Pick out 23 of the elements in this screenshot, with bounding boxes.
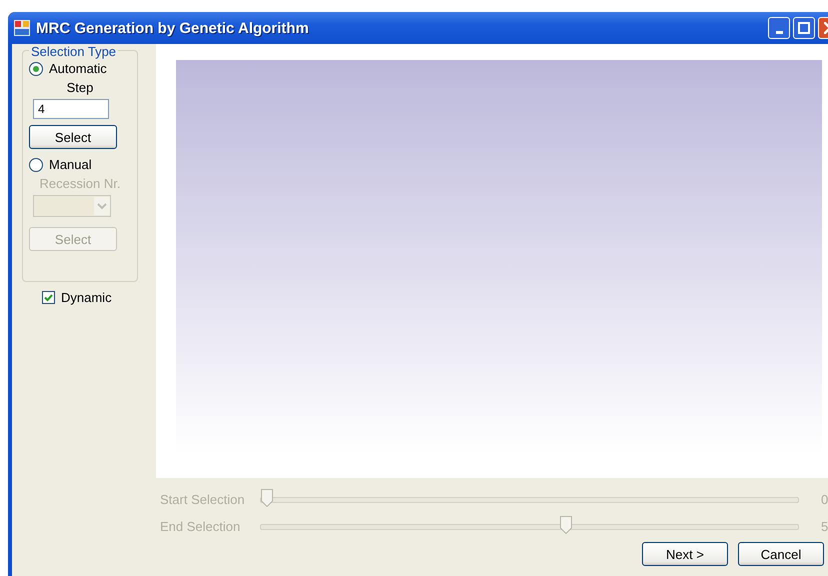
maximize-icon bbox=[798, 22, 810, 34]
select-button[interactable]: Select bbox=[29, 125, 117, 149]
radio-label: Manual bbox=[49, 157, 92, 172]
maximize-button[interactable] bbox=[793, 17, 815, 39]
minimize-button[interactable] bbox=[768, 17, 790, 39]
app-icon bbox=[14, 20, 30, 36]
group-title: Selection Type bbox=[29, 44, 118, 59]
next-button[interactable]: Next > bbox=[642, 542, 728, 566]
checkbox-label: Dynamic bbox=[61, 290, 112, 305]
slider-label: End Selection bbox=[160, 519, 242, 534]
step-field[interactable]: 4 bbox=[33, 99, 109, 119]
checkbox[interactable] bbox=[42, 291, 55, 304]
field-label: Recession Nr. bbox=[40, 176, 120, 191]
minimize-icon bbox=[776, 30, 782, 34]
radio-button[interactable] bbox=[29, 62, 43, 76]
field-label: Step bbox=[66, 80, 94, 95]
slider-label: Start Selection bbox=[160, 492, 246, 507]
cancel-button[interactable]: Cancel bbox=[738, 542, 824, 566]
slider-value: 0 bbox=[821, 492, 828, 507]
radio-label: Automatic bbox=[49, 61, 107, 76]
chevron-down-icon bbox=[94, 197, 110, 215]
window-title: MRC Generation by Genetic Algorithm bbox=[36, 20, 310, 36]
slider-value: 5 bbox=[821, 519, 828, 534]
